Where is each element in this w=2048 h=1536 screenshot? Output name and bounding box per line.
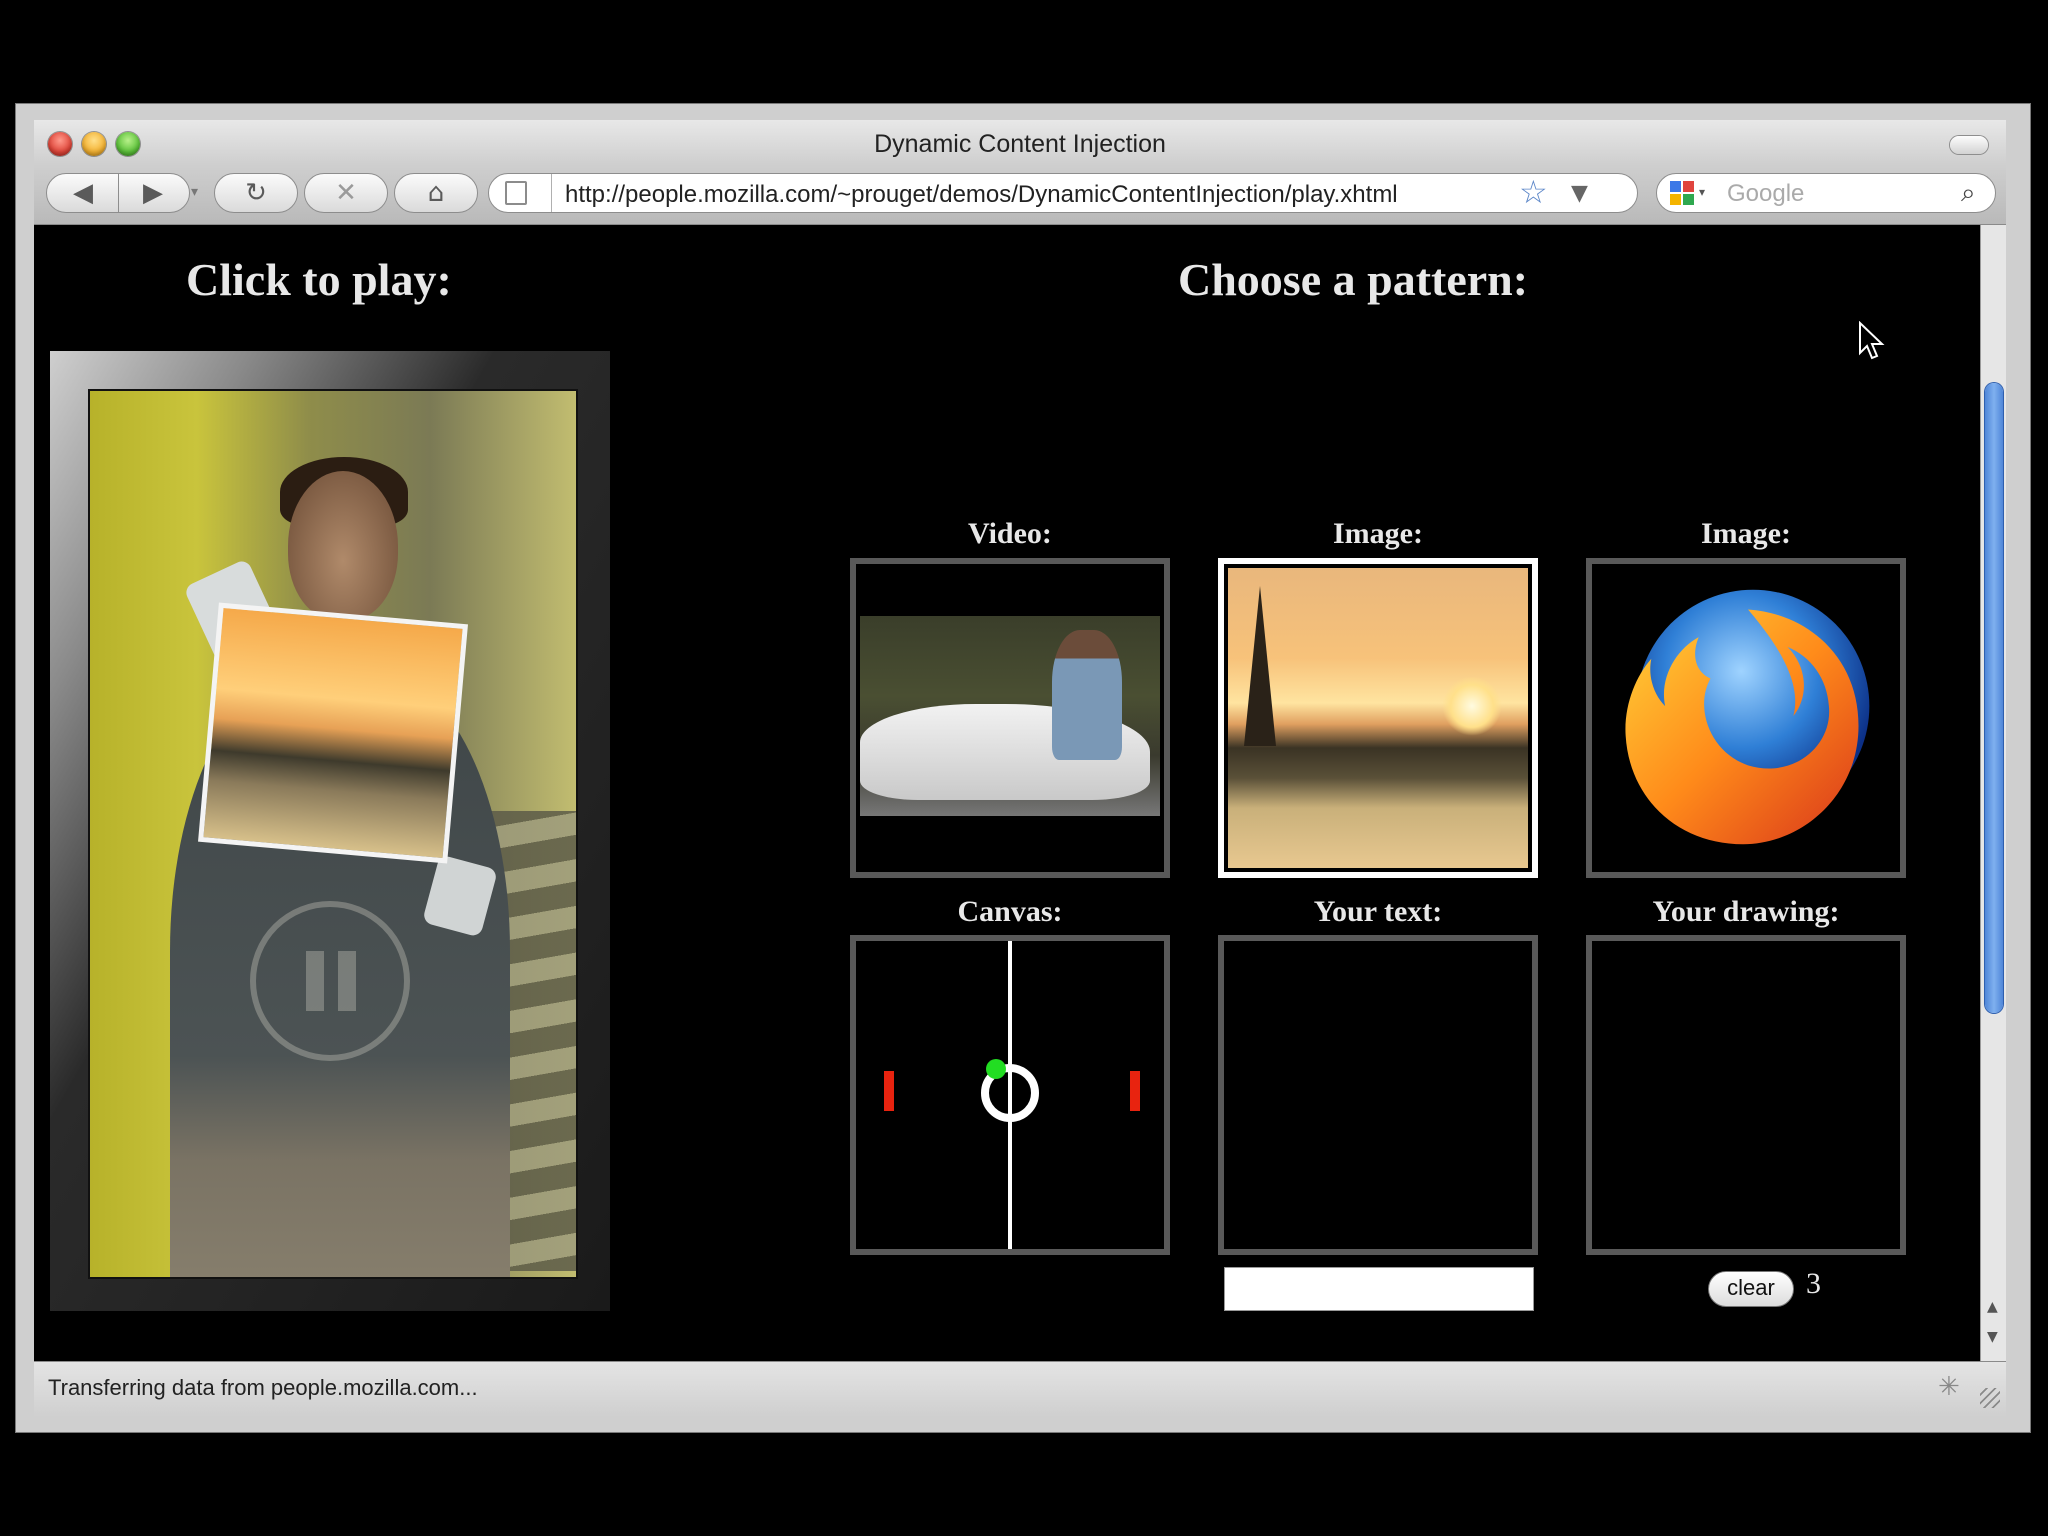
vertical-scrollbar[interactable]: ▲ ▼ xyxy=(1980,225,2006,1361)
reload-button[interactable]: ↻ xyxy=(214,173,298,213)
pause-bar xyxy=(338,951,356,1011)
eiffel-image-pattern-tile[interactable] xyxy=(1218,558,1538,878)
pong-canvas[interactable] xyxy=(856,941,1164,1249)
video-pattern-tile[interactable] xyxy=(850,558,1170,878)
pause-icon[interactable] xyxy=(250,901,410,1061)
title-bar[interactable]: Dynamic Content Injection xyxy=(34,120,2006,164)
window-title: Dynamic Content Injection xyxy=(874,130,1166,158)
video-frame[interactable] xyxy=(88,389,578,1279)
injected-pattern-image xyxy=(198,602,468,864)
man-shape xyxy=(1052,630,1122,760)
browser-frame: Dynamic Content Injection ◀ ▶ ▾ ↻ ✕ ⌂ ht… xyxy=(34,120,2006,1417)
brush-size-value: 3 xyxy=(1806,1267,1821,1300)
search-icon[interactable]: ⌕ xyxy=(1961,178,1976,209)
sun-shape xyxy=(1442,676,1502,736)
separator xyxy=(118,174,119,212)
ball xyxy=(986,1059,1006,1079)
resize-grip-icon[interactable] xyxy=(1980,1388,2000,1408)
status-text: Transferring data from people.mozilla.co… xyxy=(48,1375,478,1400)
text-pattern-tile[interactable] xyxy=(1218,935,1538,1255)
left-paddle xyxy=(884,1071,894,1111)
pause-bar xyxy=(306,951,324,1011)
drawing-pattern-tile[interactable] xyxy=(1586,935,1906,1255)
right-paddle xyxy=(1130,1071,1140,1111)
status-bar: Transferring data from people.mozilla.co… xyxy=(34,1361,2006,1417)
choose-pattern-heading: Choose a pattern: xyxy=(1178,254,1529,305)
video-pattern-label: Video: xyxy=(968,517,1052,550)
home-button[interactable]: ⌂ xyxy=(394,173,478,213)
image-pattern-label: Image: xyxy=(1333,517,1423,550)
search-input[interactable] xyxy=(1725,180,1949,208)
url-bar[interactable]: http://people.mozilla.com/~prouget/demos… xyxy=(488,173,1638,213)
scroll-down-icon[interactable]: ▼ xyxy=(1987,1329,1998,1345)
toolbar-toggle-button[interactable] xyxy=(1950,136,1988,154)
page-content: Click to play: Choose a pattern: Video: … xyxy=(34,225,1980,1361)
stop-icon: ✕ xyxy=(335,178,357,208)
scroll-thumb[interactable] xyxy=(1985,383,2003,1013)
reload-icon: ↻ xyxy=(245,178,267,208)
person-head xyxy=(288,471,398,621)
search-bar: ▾ ⌕ xyxy=(1656,173,1996,213)
canvas-pattern-label: Canvas: xyxy=(957,895,1063,928)
separator xyxy=(551,174,552,212)
drawing-pattern-label: Your drawing: xyxy=(1652,895,1840,928)
back-icon[interactable]: ◀ xyxy=(63,174,103,212)
firefox-image-pattern-tile[interactable] xyxy=(1586,558,1906,878)
history-dropdown-icon[interactable]: ▾ xyxy=(191,184,198,200)
back-forward-group: ◀ ▶ xyxy=(46,173,190,213)
canvas-pattern-tile[interactable] xyxy=(850,935,1170,1255)
mouse-cursor-icon xyxy=(1859,321,1885,360)
home-icon: ⌂ xyxy=(427,178,445,208)
click-to-play-heading: Click to play: xyxy=(186,254,452,305)
text-pattern-label: Your text: xyxy=(1313,895,1443,928)
eiffel-tower-shape xyxy=(1244,586,1276,746)
stop-button[interactable]: ✕ xyxy=(304,173,388,213)
google-icon[interactable] xyxy=(1669,180,1695,206)
navigation-toolbar: ◀ ▶ ▾ ↻ ✕ ⌂ http://people.mozilla.com/~p… xyxy=(34,164,2006,225)
browser-window: Dynamic Content Injection ◀ ▶ ▾ ↻ ✕ ⌂ ht… xyxy=(16,104,2030,1432)
forward-icon[interactable]: ▶ xyxy=(133,174,173,212)
search-engine-dropdown-icon[interactable]: ▾ xyxy=(1699,185,1705,199)
scroll-up-icon[interactable]: ▲ xyxy=(1987,1299,1998,1315)
page-icon[interactable] xyxy=(505,181,527,205)
url-dropdown-icon[interactable]: ▼ xyxy=(1571,176,1588,212)
firefox-logo xyxy=(1625,589,1870,845)
url-text[interactable]: http://people.mozilla.com/~prouget/demos… xyxy=(565,181,1507,209)
image-pattern-label: Image: xyxy=(1701,517,1791,550)
pattern-text-input[interactable] xyxy=(1224,1267,1534,1311)
clear-drawing-button[interactable]: clear xyxy=(1708,1271,1794,1307)
activity-icon: ✳ xyxy=(1938,1372,1960,1402)
bookmark-star-icon[interactable]: ☆ xyxy=(1519,174,1548,210)
video-player[interactable] xyxy=(50,351,610,1311)
